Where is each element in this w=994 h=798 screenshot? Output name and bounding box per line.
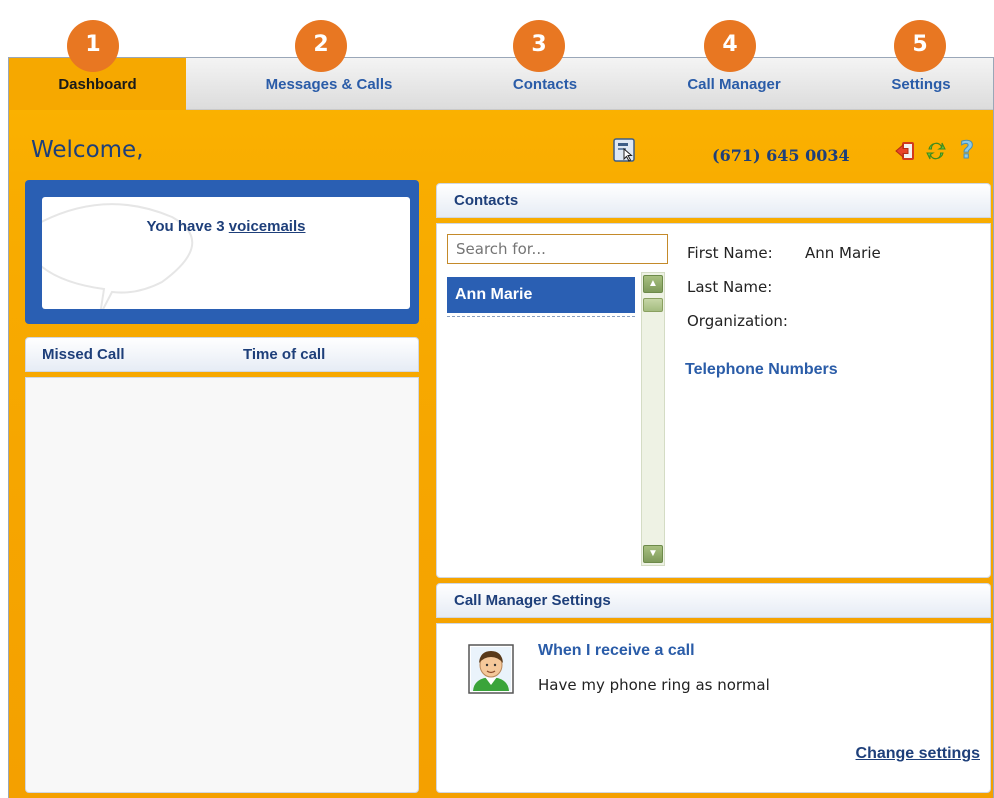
column-missed-call[interactable]: Missed Call xyxy=(42,346,125,363)
contacts-panel-header: Contacts xyxy=(436,183,991,218)
telephone-numbers-heading: Telephone Numbers xyxy=(685,361,838,378)
voicemail-summary: You have 3 voicemails xyxy=(42,218,410,235)
voicemail-panel: You have 3 voicemails xyxy=(25,180,419,324)
organization-field: Organization: xyxy=(687,312,788,330)
refresh-icon[interactable] xyxy=(925,140,947,162)
callout-4: 4 xyxy=(704,20,756,72)
logout-icon[interactable] xyxy=(894,140,916,162)
first-name-value: Ann Marie xyxy=(805,244,881,262)
speech-bubble-graphic xyxy=(42,203,194,309)
callout-1: 1 xyxy=(67,20,119,72)
contact-card-icon[interactable] xyxy=(612,138,636,162)
call-rule-description: Have my phone ring as normal xyxy=(538,676,770,694)
contact-search-input[interactable] xyxy=(447,234,668,264)
change-settings-link[interactable]: Change settings xyxy=(856,745,980,763)
scroll-down-button[interactable]: ▼ xyxy=(643,545,663,563)
call-manager-settings-panel: When I receive a call Have my phone ring… xyxy=(436,623,991,793)
missed-calls-header: Missed Call Time of call xyxy=(25,337,419,372)
missed-calls-list xyxy=(25,377,419,793)
call-manager-settings-header: Call Manager Settings xyxy=(436,583,991,618)
list-divider xyxy=(447,316,635,317)
svg-text:?: ? xyxy=(960,137,974,161)
last-name-label: Last Name: xyxy=(687,278,773,296)
scroll-thumb[interactable] xyxy=(643,298,663,312)
main-tab-bar: Dashboard Messages & Calls Contacts Call… xyxy=(9,58,993,110)
voicemail-card: You have 3 voicemails xyxy=(42,197,410,309)
callout-3: 3 xyxy=(513,20,565,72)
phone-number: (671) 645 0034 xyxy=(712,146,850,165)
contacts-panel: Ann Marie ▲ ▼ First Name: Ann Marie Last… xyxy=(436,223,991,578)
callout-5: 5 xyxy=(894,20,946,72)
scroll-up-button[interactable]: ▲ xyxy=(643,275,663,293)
user-avatar-icon xyxy=(468,644,514,694)
organization-label: Organization: xyxy=(687,312,788,330)
call-manager-settings-title: Call Manager Settings xyxy=(454,592,611,609)
column-time-of-call[interactable]: Time of call xyxy=(243,346,325,363)
welcome-heading: Welcome, xyxy=(31,137,144,163)
call-rule-title: When I receive a call xyxy=(538,642,695,659)
callout-2: 2 xyxy=(295,20,347,72)
contacts-panel-title: Contacts xyxy=(454,192,519,209)
voicemail-prefix: You have 3 xyxy=(146,218,229,235)
last-name-field: Last Name: xyxy=(687,278,772,296)
contact-list-item[interactable]: Ann Marie xyxy=(447,277,635,313)
app-window: Dashboard Messages & Calls Contacts Call… xyxy=(8,57,994,798)
contact-list-scrollbar[interactable]: ▲ ▼ xyxy=(641,272,665,566)
help-icon[interactable]: ? xyxy=(957,137,979,161)
first-name-label: First Name: xyxy=(687,244,773,262)
voicemails-link[interactable]: voicemails xyxy=(229,218,306,235)
first-name-field: First Name: Ann Marie xyxy=(687,244,881,262)
